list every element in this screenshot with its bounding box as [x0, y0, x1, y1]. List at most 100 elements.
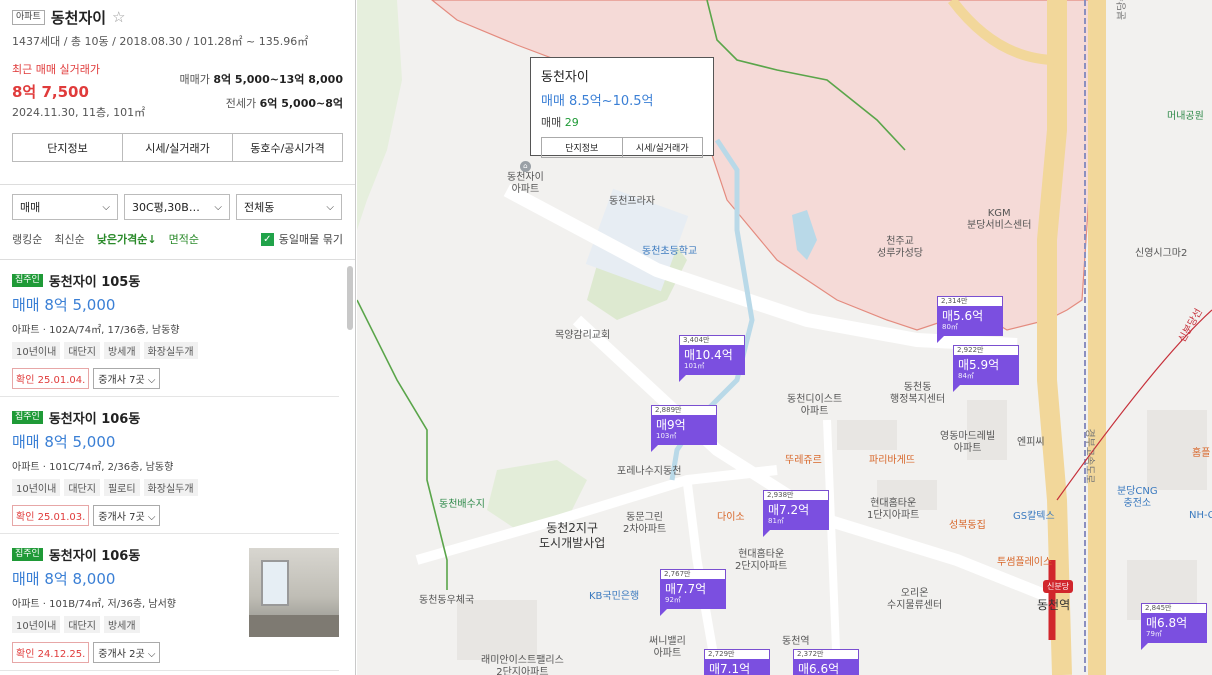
poi-raemian2[interactable]: 래미안이스트팰리스 2단지아파트: [481, 655, 564, 675]
listing-item[interactable]: 집주인 동천자이 106동 매매 8억 8,000 아파트 · 101B/74㎡…: [0, 534, 339, 671]
poi-kgm[interactable]: KGM 분당서비스센터: [967, 208, 1031, 232]
dong-select[interactable]: 전체동 ⌵: [236, 194, 342, 220]
marker-price: 매9억: [656, 418, 686, 432]
price-marker[interactable]: 2,767만 매7.7억 92㎡: [660, 569, 726, 616]
marker-area: 81㎡: [768, 517, 784, 525]
marker-unit-price: 2,314만: [937, 296, 1003, 306]
poi-cheonju[interactable]: 천주교 성루카성당: [877, 236, 923, 260]
price-marker[interactable]: 3,404만 매10.4억 101㎡: [679, 335, 745, 382]
tab-market-price[interactable]: 시세/실거래가: [123, 134, 233, 161]
divider: [0, 175, 355, 185]
marker-unit-price: 3,404만: [679, 335, 745, 345]
chevron-down-icon: ⌵: [102, 201, 110, 213]
poi-dongcheon-center[interactable]: 동천디이스트 아파트: [787, 394, 842, 418]
owner-badge: 집주인: [12, 547, 43, 561]
listing-description: 아파트 · 101C/74㎡, 2/36층, 남동향: [12, 462, 174, 473]
price-marker[interactable]: 2,889만 매9억 103㎡: [651, 405, 717, 452]
poi-dongmun[interactable]: 동문그린 2차아파트: [623, 512, 666, 536]
poi-meonae[interactable]: 머내공원: [1167, 111, 1204, 123]
price-marker[interactable]: 2,729만 매7.1억: [704, 649, 770, 675]
agent-count-button[interactable]: 중개사 7곳 ⌵: [93, 368, 161, 389]
marker-price: 매7.1억: [709, 662, 751, 675]
poi-hyundai2[interactable]: 현대홈타운 2단지아파트: [735, 549, 787, 573]
marker-tail: [660, 608, 668, 616]
poi-gs[interactable]: GS칼텍스: [1013, 511, 1055, 523]
trade-type-select[interactable]: 매매 ⌵: [12, 194, 118, 220]
building-block: [457, 600, 537, 660]
road-label: 경부고속도로: [1083, 428, 1095, 484]
poi-ent[interactable]: 엔피씨: [1017, 437, 1045, 449]
sort-latest[interactable]: 최신순: [54, 231, 84, 247]
popup-tab-price[interactable]: 시세/실거래가: [623, 138, 703, 157]
tab-unit-price[interactable]: 동호수/공시가격: [233, 134, 342, 161]
sort-low-price[interactable]: 낮은가격순↓: [97, 231, 157, 247]
filter-bar: 매매 ⌵ 30C평,30B… ⌵ 전체동 ⌵: [0, 185, 355, 220]
price-marker[interactable]: 2,922만 매5.9억 84㎡: [953, 345, 1019, 392]
poi-toureju[interactable]: 뚜레쥬르: [785, 455, 822, 467]
poi-post[interactable]: 동천동우체국: [419, 595, 474, 607]
poi-orion[interactable]: 오리온 수지물류센터: [887, 588, 942, 612]
poi-dongcheon-plaza[interactable]: 동천프라자: [609, 196, 655, 208]
sort-area[interactable]: 면적순: [169, 231, 199, 247]
tab-complex-info[interactable]: 단지정보: [13, 134, 123, 161]
map-view[interactable]: ⌂ 동천자이 아파트 동천프라자 동천초등학교 목양감리교회 동천디이스트 아파트…: [357, 0, 1212, 675]
poi-twosome[interactable]: 투썸플레이스: [997, 557, 1052, 569]
complex-summary: 1437세대 / 총 10동 / 2018.08.30 / 101.28㎡ ~ …: [12, 35, 309, 48]
property-type-badge: 아파트: [12, 9, 45, 25]
price-marker[interactable]: 2,938만 매7.2억 81㎡: [763, 490, 829, 537]
poi-station-apt[interactable]: 동천역: [782, 636, 810, 648]
complex-header: 아파트 동천자이 ☆ 1437세대 / 총 10동 / 2018.08.30 /…: [0, 0, 355, 125]
map-base: [357, 0, 1212, 675]
poi-seongbok[interactable]: 성복동집: [949, 520, 986, 532]
poi-dongcheon-xi[interactable]: ⌂ 동천자이 아파트: [507, 160, 544, 196]
listing-name: 동천자이 106동: [48, 548, 141, 564]
listing-price: 매매 8억 5,000: [12, 296, 116, 314]
price-marker[interactable]: 2,845만 매6.8억 79㎡: [1141, 603, 1207, 650]
poi-homeplus[interactable]: 홈플: [1192, 448, 1210, 460]
popup-count: 매매 29: [541, 116, 579, 129]
poi-baesuji[interactable]: 동천배수지: [439, 499, 485, 511]
poi-station[interactable]: 동천역: [1037, 598, 1070, 613]
poi-school[interactable]: 동천초등학교: [642, 246, 697, 258]
poi-ssuni[interactable]: 써니밸리 아파트: [649, 636, 686, 660]
confirm-date: 확인 25.01.04.: [12, 368, 90, 389]
complex-popup[interactable]: 동천자이 매매 8.5억~10.5억 매매 29 단지정보 시세/실거래가: [530, 57, 714, 158]
favorite-star-icon[interactable]: ☆: [112, 8, 125, 26]
listing-item[interactable]: 집주인 동천자이 105동 매매 8억 5,000 아파트 · 102A/74㎡…: [0, 260, 339, 397]
listing-photo[interactable]: [249, 548, 339, 637]
sort-ranking[interactable]: 랭킹순: [12, 231, 42, 247]
poi-sinyeong[interactable]: 신영시그마2: [1135, 248, 1187, 260]
rent-range: 전세가 6억 5,000~8억: [225, 97, 343, 110]
poi-paris[interactable]: 파리바게뜨: [869, 455, 915, 467]
marker-area: 103㎡: [656, 432, 677, 440]
agent-count-button[interactable]: 중개사 2곳 ⌵: [93, 642, 161, 663]
confirm-date: 확인 24.12.25.: [12, 642, 90, 663]
poi-church[interactable]: 목양감리교회: [555, 330, 610, 342]
poi-admin-center[interactable]: 동천동 행정복지센터: [890, 382, 945, 406]
listing-tag: 필로티: [103, 479, 140, 496]
agent-count-button[interactable]: 중개사 7곳 ⌵: [93, 505, 161, 526]
poi-cng[interactable]: 분당CNG 충전소: [1117, 486, 1158, 510]
list-scrollbar[interactable]: [347, 266, 353, 330]
marker-tail: [937, 335, 945, 343]
listing-item[interactable]: 집주인 동천자이 106동 매매 8억 5,000 아파트 · 101C/74㎡…: [0, 397, 339, 534]
price-marker[interactable]: 2,314만 매5.6억 80㎡: [937, 296, 1003, 343]
price-marker[interactable]: 2,372만 매6.6억: [793, 649, 859, 675]
poi-nh[interactable]: NH-C: [1189, 510, 1212, 522]
building-block: [837, 420, 897, 450]
poi-forena[interactable]: 포레나수지동천: [617, 466, 681, 478]
same-listing-toggle[interactable]: ✓ 동일매물 묶기: [260, 231, 343, 247]
area-select[interactable]: 30C평,30B… ⌵: [124, 194, 230, 220]
poi-daiso[interactable]: 다이소: [717, 512, 745, 524]
popup-tab-info[interactable]: 단지정보: [542, 138, 623, 157]
marker-price: 매5.6억: [942, 309, 984, 323]
same-listing-label: 동일매물 묶기: [278, 233, 343, 246]
poi-hyundai1[interactable]: 현대홈타운 1단지아파트: [867, 498, 919, 522]
poi-kb[interactable]: KB국민은행: [589, 591, 639, 603]
listing-tag: 대단지: [64, 342, 100, 359]
listing-panel: 아파트 동천자이 ☆ 1437세대 / 총 10동 / 2018.08.30 /…: [0, 0, 356, 675]
marker-unit-price: 2,889만: [651, 405, 717, 415]
popup-price-range: 매매 8.5억~10.5억: [541, 94, 654, 109]
marker-tail: [953, 384, 961, 392]
poi-yeongdeok[interactable]: 영동마드레빌 아파트: [940, 431, 995, 455]
